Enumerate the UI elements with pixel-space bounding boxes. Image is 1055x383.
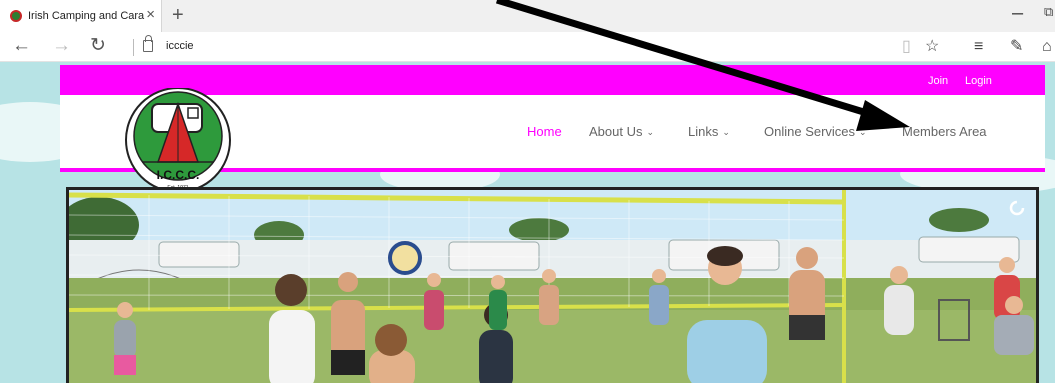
menu-home[interactable]: Home — [527, 124, 562, 139]
tab-title: Irish Camping and Cara — [28, 10, 145, 22]
menu-members-area[interactable]: Members Area — [902, 124, 987, 139]
refresh-button[interactable]: ↻ — [90, 35, 106, 57]
browser-tab[interactable]: Irish Camping and Cara × — [0, 0, 162, 32]
menu-label: About Us — [589, 124, 643, 139]
window-button[interactable]: ⧉ — [1044, 4, 1053, 20]
chevron-down-icon: ⌄ — [722, 127, 730, 137]
logo-text: I.C.C.C. — [157, 168, 200, 182]
new-tab-button[interactable]: + — [172, 4, 184, 26]
menu-about-us[interactable]: About Us ⌄ — [589, 124, 654, 139]
hub-icon[interactable]: ≡ — [974, 38, 983, 56]
hero-photo — [66, 187, 1039, 383]
join-link[interactable]: Join — [928, 75, 948, 87]
back-button[interactable]: ← — [12, 35, 31, 57]
login-link[interactable]: Login — [965, 75, 992, 87]
browser-tab-strip: Irish Camping and Cara × + – ⧉ — [0, 0, 1055, 32]
chevron-down-icon: ⌄ — [859, 127, 867, 137]
close-tab-icon[interactable]: × — [146, 7, 155, 23]
address-input[interactable]: icccie — [166, 40, 194, 52]
volleyball-photo — [69, 190, 1036, 383]
lock-icon — [143, 35, 153, 52]
chevron-down-icon: ⌄ — [646, 127, 655, 137]
menu-label: Home — [527, 124, 562, 139]
menu-label: Online Services — [764, 124, 856, 139]
web-note-icon[interactable]: ✎ — [1010, 38, 1023, 56]
toolbar-divider — [133, 39, 134, 56]
web-page: Join Login I.C.C.C. Est. 1971 Home About… — [0, 62, 1055, 383]
iccc-logo[interactable]: I.C.C.C. Est. 1971 — [122, 88, 234, 196]
site-favicon-icon — [10, 10, 22, 22]
forward-button[interactable]: → — [52, 35, 71, 57]
menu-label: Members Area — [902, 124, 987, 139]
reading-view-icon[interactable]: ▯ — [902, 38, 911, 56]
menu-online-services[interactable]: Online Services ⌄ — [764, 124, 867, 139]
menu-label: Links — [688, 124, 719, 139]
share-icon[interactable]: ⌂ — [1042, 38, 1052, 56]
menu-links[interactable]: Links ⌄ — [688, 124, 730, 139]
favorite-star-icon[interactable]: ☆ — [925, 38, 939, 56]
minimize-button[interactable]: – — [1012, 2, 1023, 25]
address-bar-row: ← → ↻ icccie ▯ ☆ ≡ ✎ ⌂ — [0, 32, 1055, 62]
